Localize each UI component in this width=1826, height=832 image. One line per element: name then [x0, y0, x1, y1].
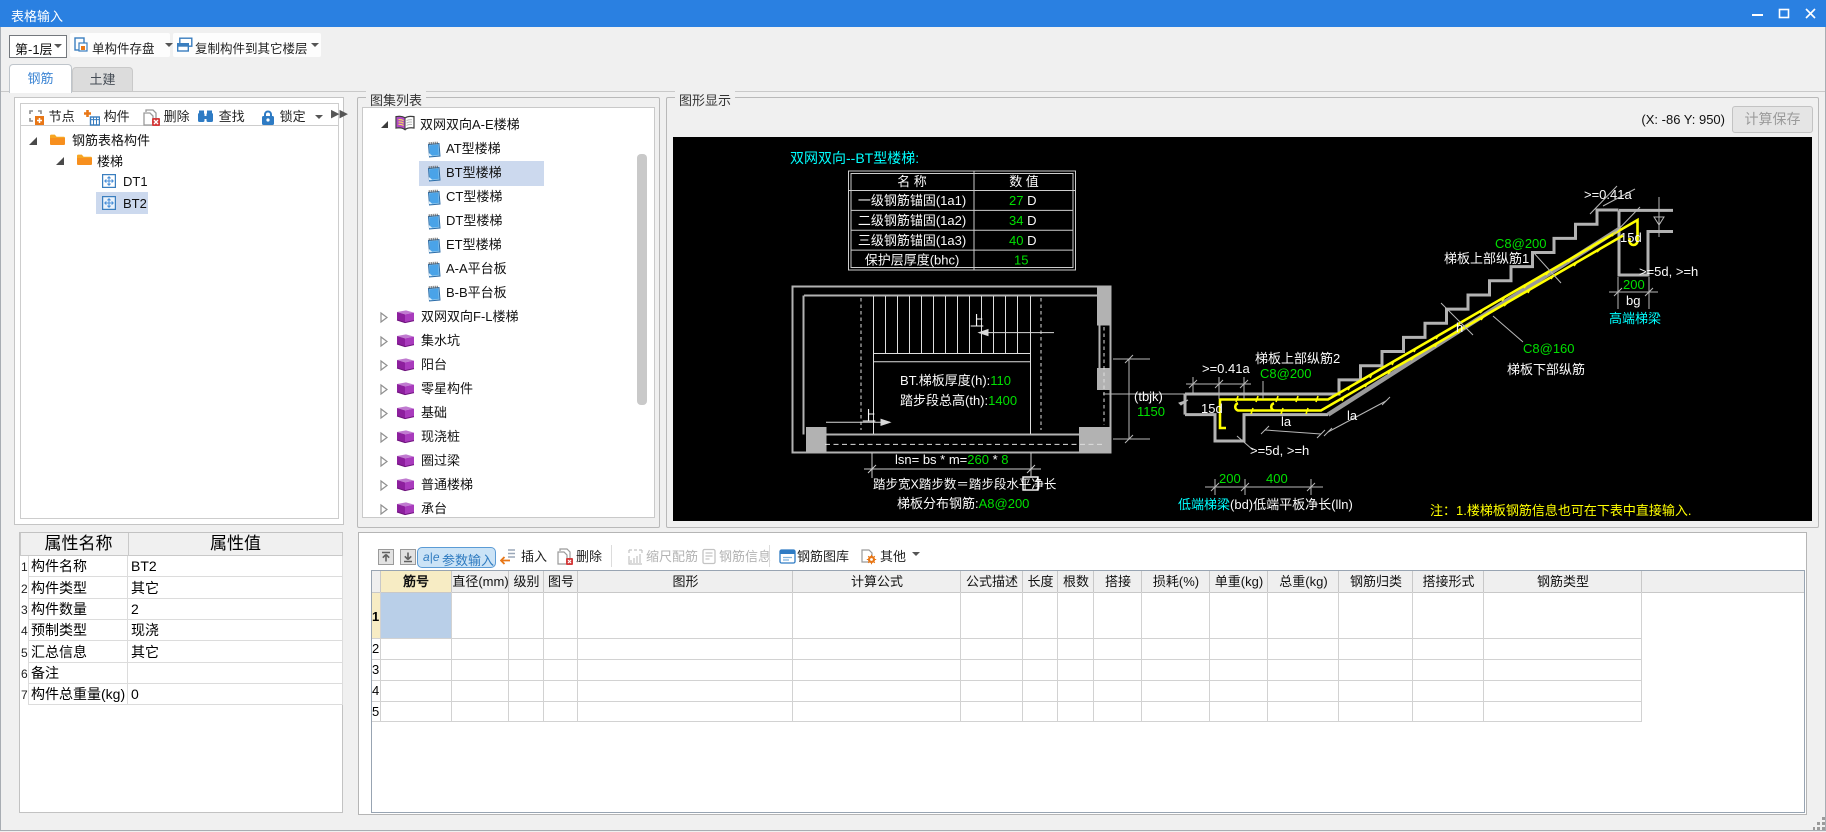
svg-text:二级钢筋锚固(1a2): 二级钢筋锚固(1a2): [858, 213, 966, 228]
svg-text:40 D: 40 D: [1009, 233, 1036, 248]
svg-text:名 称: 名 称: [897, 174, 927, 189]
svg-text:踏步段总高(th):1400: 踏步段总高(th):1400: [900, 393, 1017, 408]
svg-text:(tbjk): (tbjk): [1134, 389, 1163, 404]
svg-text:C8@200: C8@200: [1495, 236, 1547, 251]
svg-text:梯板分布钢筋:A8@200: 梯板分布钢筋:A8@200: [897, 496, 1029, 511]
svg-text:>=0.41a: >=0.41a: [1584, 187, 1632, 202]
svg-text:上: 上: [862, 408, 876, 424]
svg-text:一级钢筋锚固(1a1): 一级钢筋锚固(1a1): [858, 193, 966, 208]
svg-text:34 D: 34 D: [1009, 213, 1036, 228]
svg-text:15d: 15d: [1620, 230, 1642, 245]
svg-text:数 值: 数 值: [1009, 174, 1039, 189]
svg-text:la: la: [1281, 414, 1292, 429]
svg-text:15: 15: [1014, 252, 1028, 267]
svg-text:三级钢筋锚固(1a3): 三级钢筋锚固(1a3): [858, 233, 966, 248]
svg-text:上: 上: [970, 313, 984, 329]
svg-text:梯板下部纵筋: 梯板下部纵筋: [1507, 362, 1585, 377]
svg-text:梯板上部纵筋1: 梯板上部纵筋1: [1444, 251, 1529, 266]
svg-text:注：1.楼梯板钢筋信息也可在下表中直接输入.: 注：1.楼梯板钢筋信息也可在下表中直接输入.: [1430, 503, 1691, 518]
svg-text:lsn= bs * m=260 * 8: lsn= bs * m=260 * 8: [895, 452, 1009, 467]
svg-text:C8@160: C8@160: [1523, 341, 1575, 356]
svg-text:bg: bg: [1626, 293, 1640, 308]
svg-text:15d: 15d: [1201, 401, 1223, 416]
svg-text:BT.梯板厚度(h):110: BT.梯板厚度(h):110: [900, 373, 1011, 388]
svg-text:1150: 1150: [1137, 404, 1165, 419]
svg-text:>=5d, >=h: >=5d, >=h: [1639, 264, 1698, 279]
svg-text:梯板上部纵筋2: 梯板上部纵筋2: [1255, 351, 1340, 366]
svg-text:h: h: [1456, 320, 1463, 335]
svg-text:200: 200: [1219, 471, 1241, 486]
svg-text:>=5d, >=h: >=5d, >=h: [1250, 443, 1309, 458]
svg-text:>=0.41a: >=0.41a: [1202, 361, 1250, 376]
svg-text:27 D: 27 D: [1009, 193, 1036, 208]
svg-text:踏步宽X踏步数＝踏步段水平净长: 踏步宽X踏步数＝踏步段水平净长: [873, 477, 1057, 492]
svg-text:高端梯梁: 高端梯梁: [1609, 311, 1661, 326]
svg-text:la: la: [1347, 408, 1358, 423]
svg-text:200: 200: [1623, 277, 1645, 292]
svg-text:400: 400: [1266, 471, 1288, 486]
svg-text:保护层厚度(bhc): 保护层厚度(bhc): [865, 252, 960, 267]
svg-text:低端梯梁(bd)低端平板净长(lln): 低端梯梁(bd)低端平板净长(lln): [1178, 497, 1353, 512]
svg-text:C8@200: C8@200: [1260, 366, 1312, 381]
svg-text:双网双向--BT型楼梯:: 双网双向--BT型楼梯:: [790, 150, 919, 166]
